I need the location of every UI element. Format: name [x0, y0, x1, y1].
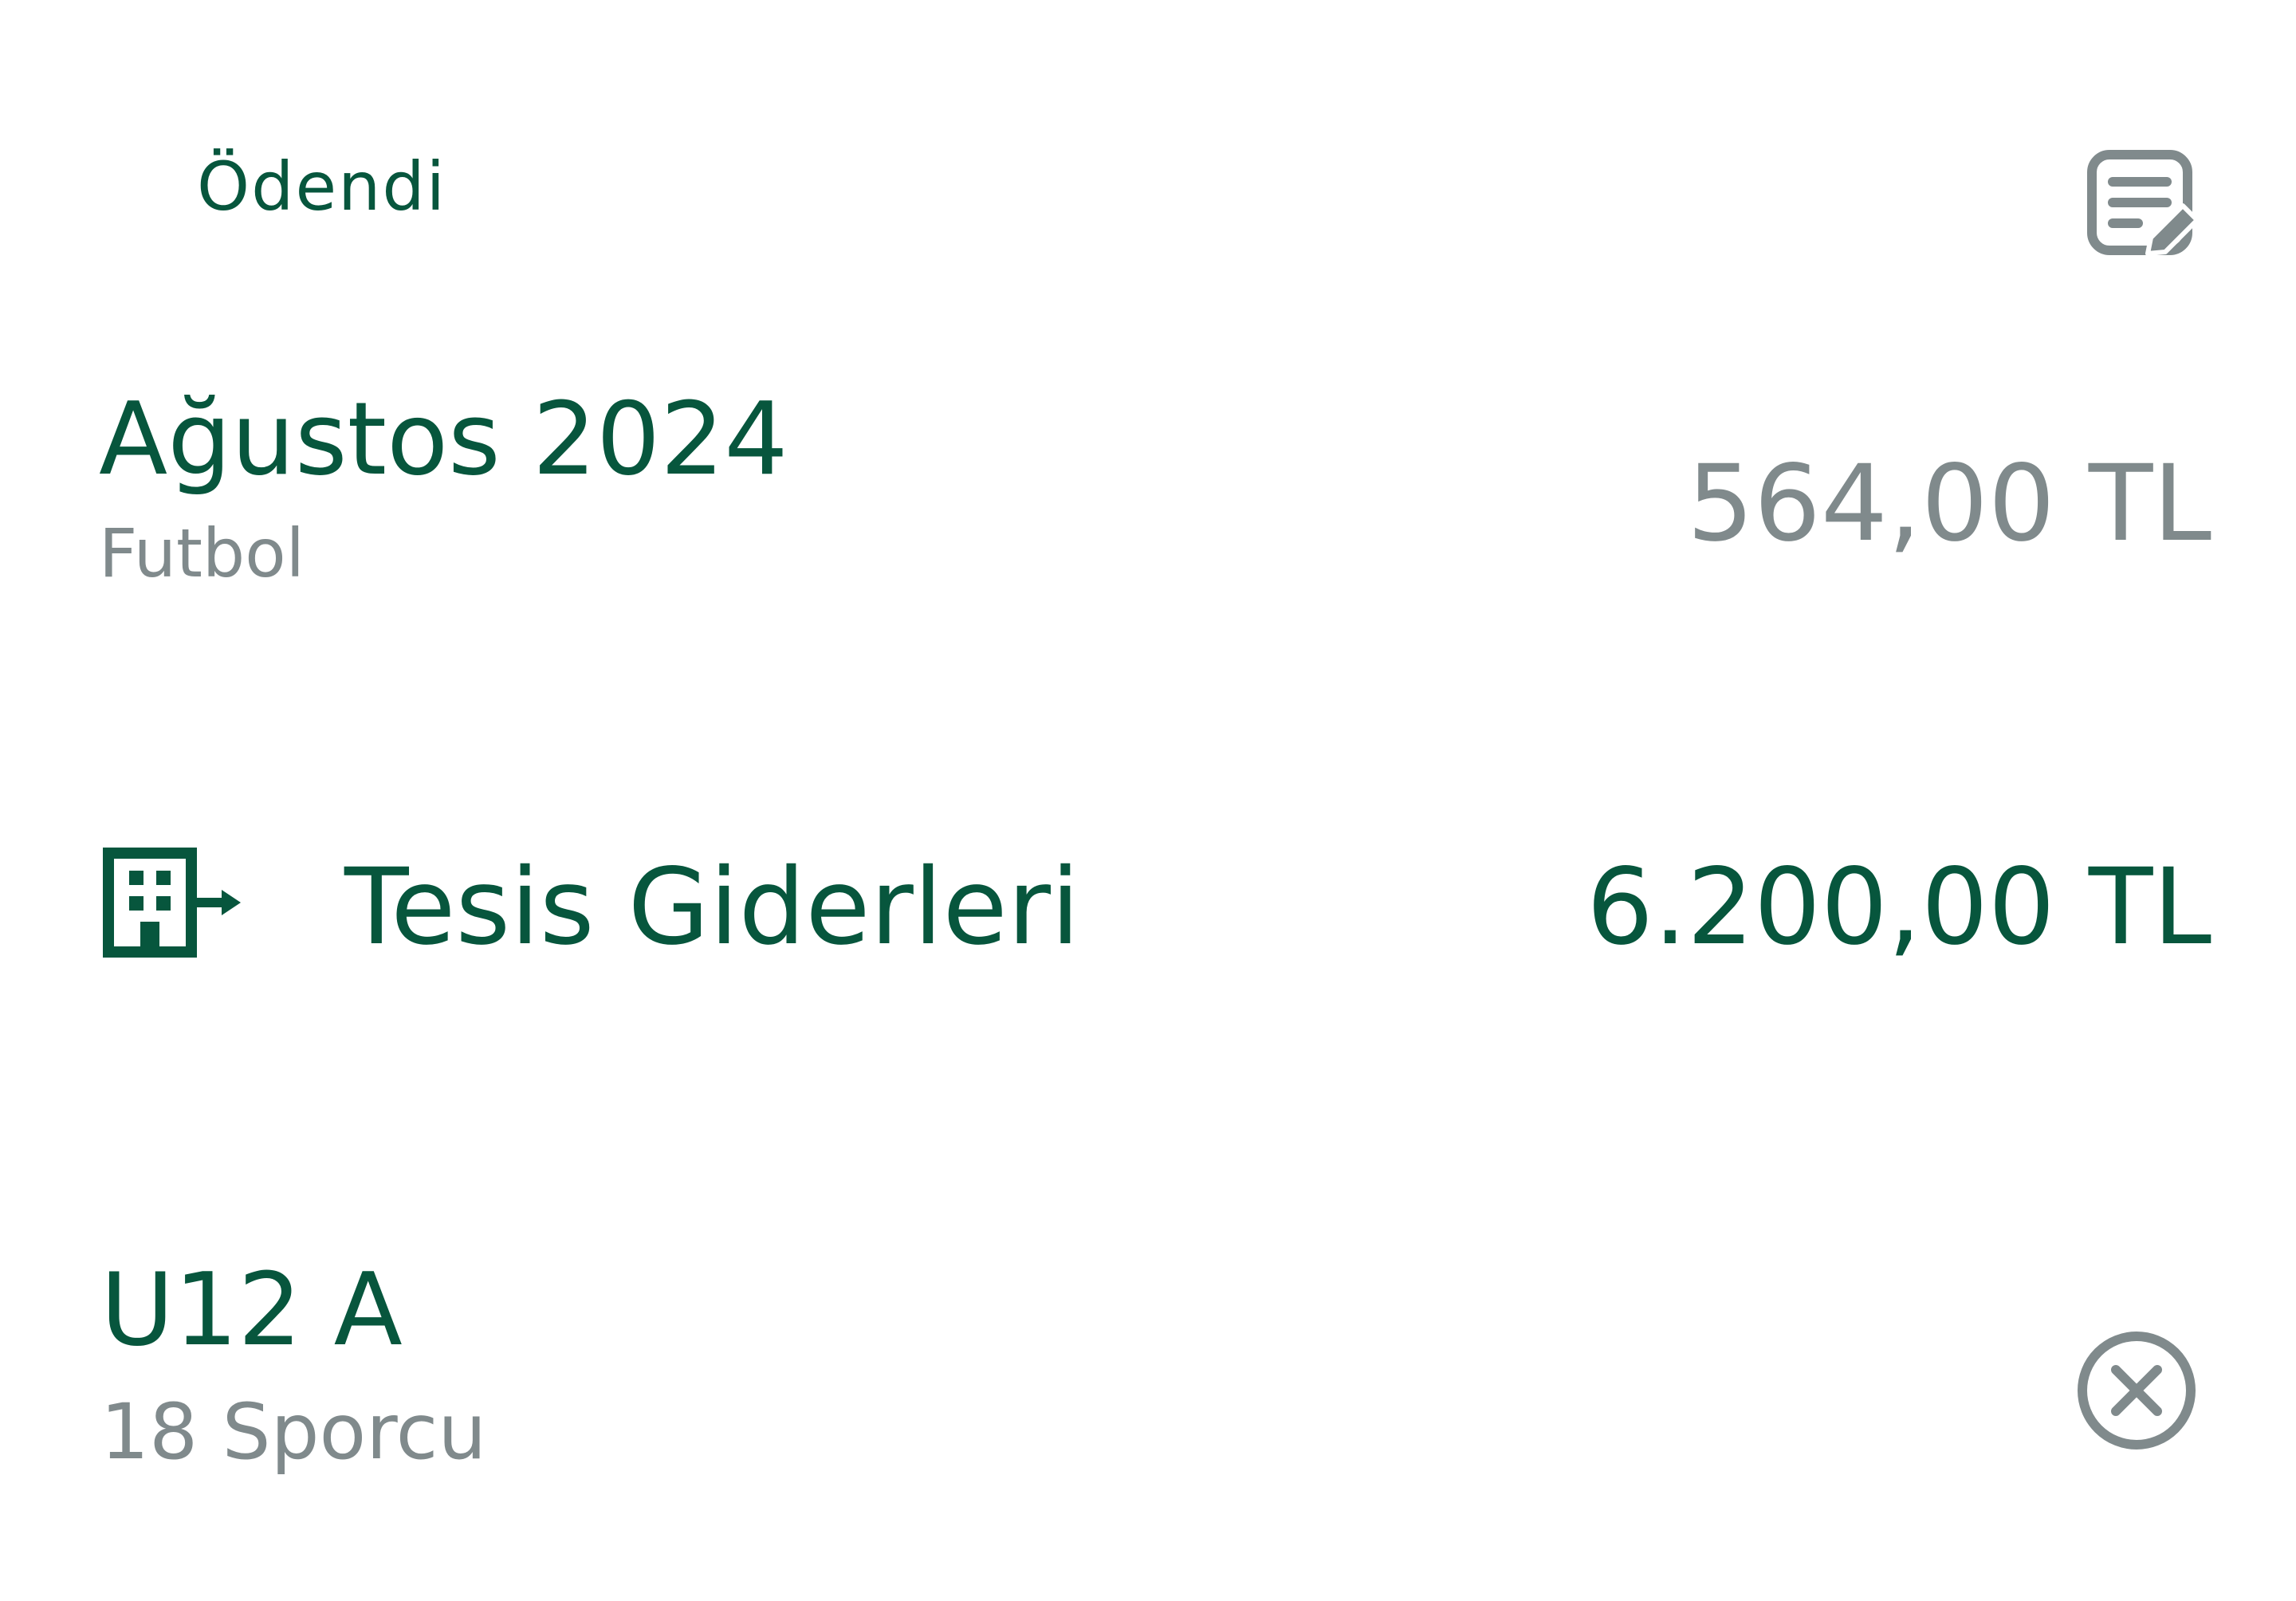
payment-card: Ödendi Ağustos 2024 Futbol 564,00 TL Tes…	[0, 0, 2296, 1601]
edit-note-button[interactable]	[2081, 140, 2208, 268]
team-title: U12 A	[100, 1251, 403, 1368]
status-label: Ödendi	[197, 148, 447, 226]
period-subtitle: Futbol	[99, 514, 305, 592]
period-title: Ağustos 2024	[99, 380, 788, 498]
close-circle-icon	[2073, 1327, 2200, 1454]
edit-note-icon	[2081, 140, 2208, 268]
category-amount: 6.200,00 TL	[1586, 846, 2211, 969]
team-athlete-count: 18 Sporcu	[100, 1387, 487, 1477]
remove-team-button[interactable]	[2073, 1327, 2200, 1454]
period-amount: 564,00 TL	[1686, 443, 2211, 565]
category-label: Tesis Giderleri	[344, 846, 1080, 969]
building-exit-icon	[102, 847, 246, 958]
